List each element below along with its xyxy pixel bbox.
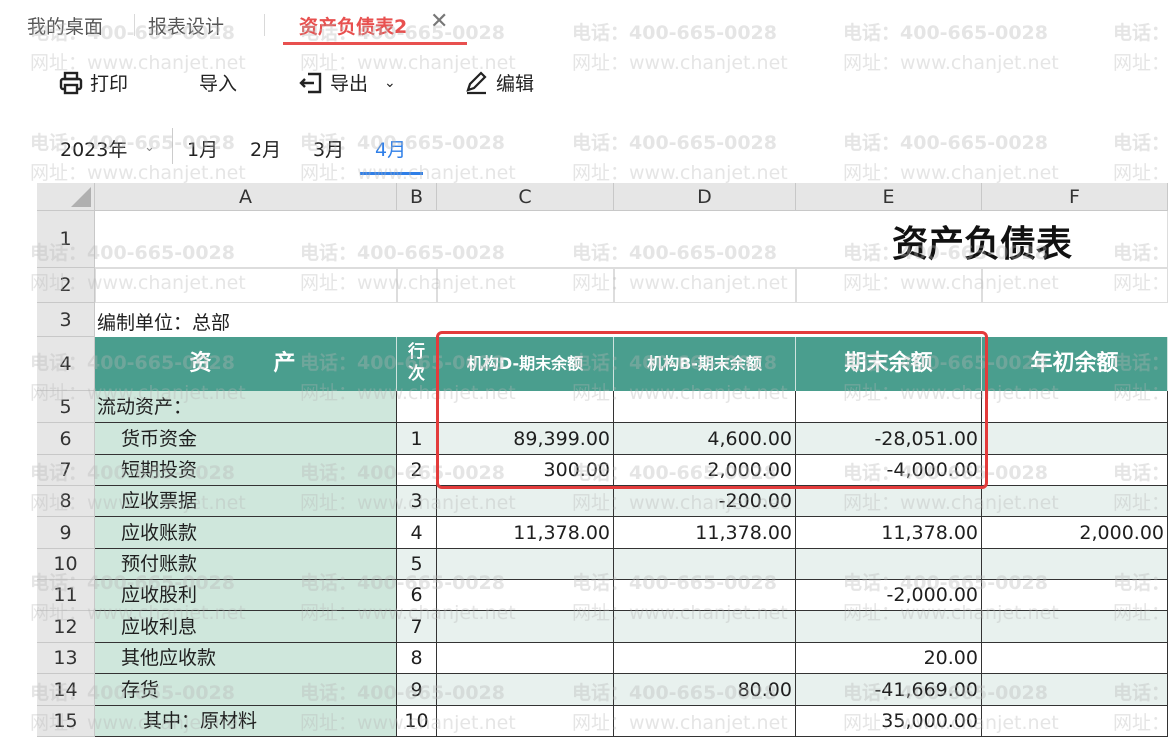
amount-cell[interactable]	[982, 706, 1168, 737]
row-header[interactable]: 10	[37, 549, 95, 580]
account-name-cell[interactable]: 其中：原材料	[95, 706, 397, 737]
amount-cell[interactable]	[614, 643, 796, 674]
column-header-b[interactable]: B	[397, 183, 437, 211]
line-number-cell[interactable]: 2	[397, 455, 437, 486]
unit-label: 编制单位：总部	[97, 312, 231, 334]
line-number-cell[interactable]: 5	[397, 549, 437, 580]
row-header[interactable]: 7	[37, 455, 95, 486]
amount-cell[interactable]	[437, 549, 614, 580]
amount-cell[interactable]	[437, 643, 614, 674]
amount-cell[interactable]	[982, 391, 1168, 423]
account-name-cell[interactable]: 应收股利	[95, 580, 397, 611]
line-number-cell[interactable]: 9	[397, 674, 437, 706]
amount-cell[interactable]	[982, 674, 1168, 706]
amount-cell[interactable]	[437, 706, 614, 737]
row-header[interactable]: 4	[37, 337, 95, 391]
amount-cell[interactable]: 80.00	[614, 674, 796, 706]
amount-cell[interactable]: -200.00	[614, 486, 796, 517]
row-header[interactable]: 15	[37, 706, 95, 737]
amount-cell[interactable]	[614, 580, 796, 611]
empty-cell[interactable]	[397, 268, 437, 303]
empty-cell[interactable]	[95, 268, 397, 303]
amount-cell[interactable]	[982, 549, 1168, 580]
column-header-f[interactable]: F	[982, 183, 1168, 211]
amount-cell[interactable]	[437, 611, 614, 643]
amount-cell[interactable]: 11,378.00	[437, 517, 614, 549]
corner-triangle-icon	[71, 187, 91, 207]
row-header[interactable]: 14	[37, 674, 95, 706]
amount-cell[interactable]: 11,378.00	[614, 517, 796, 549]
amount-cell[interactable]	[614, 611, 796, 643]
line-number-cell[interactable]: 8	[397, 643, 437, 674]
line-number-cell[interactable]: 7	[397, 611, 437, 643]
empty-cell[interactable]	[982, 268, 1168, 303]
select-all-corner[interactable]	[37, 183, 95, 211]
amount-cell[interactable]	[982, 580, 1168, 611]
account-name-cell[interactable]: 应收利息	[95, 611, 397, 643]
amount-cell[interactable]: -2,000.00	[796, 580, 982, 611]
row-header[interactable]: 12	[37, 611, 95, 643]
column-header-a[interactable]: A	[95, 183, 397, 211]
header-year-start: 年初余额	[982, 337, 1168, 391]
amount-cell[interactable]	[982, 643, 1168, 674]
amount-cell[interactable]: 2,000.00	[982, 517, 1168, 549]
amount-cell[interactable]: 11,378.00	[796, 517, 982, 549]
account-name-cell[interactable]: 预付账款	[95, 549, 397, 580]
amount-cell[interactable]	[982, 611, 1168, 643]
header-assets: 资 产	[95, 337, 397, 391]
row-header[interactable]: 13	[37, 643, 95, 674]
sheet-title: 资产负债表	[892, 224, 1073, 265]
header-line-no: 行 次	[397, 337, 437, 391]
amount-cell[interactable]	[437, 486, 614, 517]
line-number-cell[interactable]: 1	[397, 423, 437, 455]
line-number-cell[interactable]: 4	[397, 517, 437, 549]
amount-cell[interactable]	[614, 706, 796, 737]
account-name-cell[interactable]: 货币资金	[95, 423, 397, 455]
empty-cell[interactable]	[614, 268, 796, 303]
empty-cell[interactable]	[437, 268, 614, 303]
account-name-cell[interactable]: 应收账款	[95, 517, 397, 549]
column-header-c[interactable]: C	[437, 183, 614, 211]
row-header[interactable]: 5	[37, 391, 95, 423]
row-header[interactable]: 2	[37, 268, 95, 303]
amount-cell[interactable]	[796, 549, 982, 580]
amount-cell[interactable]	[614, 549, 796, 580]
row-header[interactable]: 1	[37, 211, 95, 268]
column-header-e[interactable]: E	[796, 183, 982, 211]
account-name-cell[interactable]: 存货	[95, 674, 397, 706]
account-name-cell[interactable]: 其他应收款	[95, 643, 397, 674]
amount-cell[interactable]: -41,669.00	[796, 674, 982, 706]
row-header[interactable]: 9	[37, 517, 95, 549]
line-number-cell[interactable]: 10	[397, 706, 437, 737]
line-number-cell[interactable]: 3	[397, 486, 437, 517]
amount-cell[interactable]	[437, 580, 614, 611]
row-header[interactable]: 6	[37, 423, 95, 455]
line-number-cell[interactable]: 6	[397, 580, 437, 611]
column-header-d[interactable]: D	[614, 183, 796, 211]
amount-cell[interactable]	[982, 455, 1168, 486]
amount-cell[interactable]	[437, 674, 614, 706]
highlight-box	[436, 331, 988, 489]
account-name-cell[interactable]: 应收票据	[95, 486, 397, 517]
amount-cell[interactable]	[796, 486, 982, 517]
amount-cell[interactable]: 35,000.00	[796, 706, 982, 737]
row-header[interactable]: 3	[37, 303, 95, 337]
amount-cell[interactable]: 20.00	[796, 643, 982, 674]
account-name-cell[interactable]: 短期投资	[95, 455, 397, 486]
account-name-cell[interactable]: 流动资产：	[95, 391, 397, 423]
amount-cell[interactable]	[982, 486, 1168, 517]
amount-cell[interactable]	[796, 611, 982, 643]
amount-cell[interactable]	[982, 423, 1168, 455]
line-number-cell[interactable]	[397, 391, 437, 423]
row-header[interactable]: 8	[37, 486, 95, 517]
row-header[interactable]: 11	[37, 580, 95, 611]
empty-cell[interactable]	[796, 268, 982, 303]
